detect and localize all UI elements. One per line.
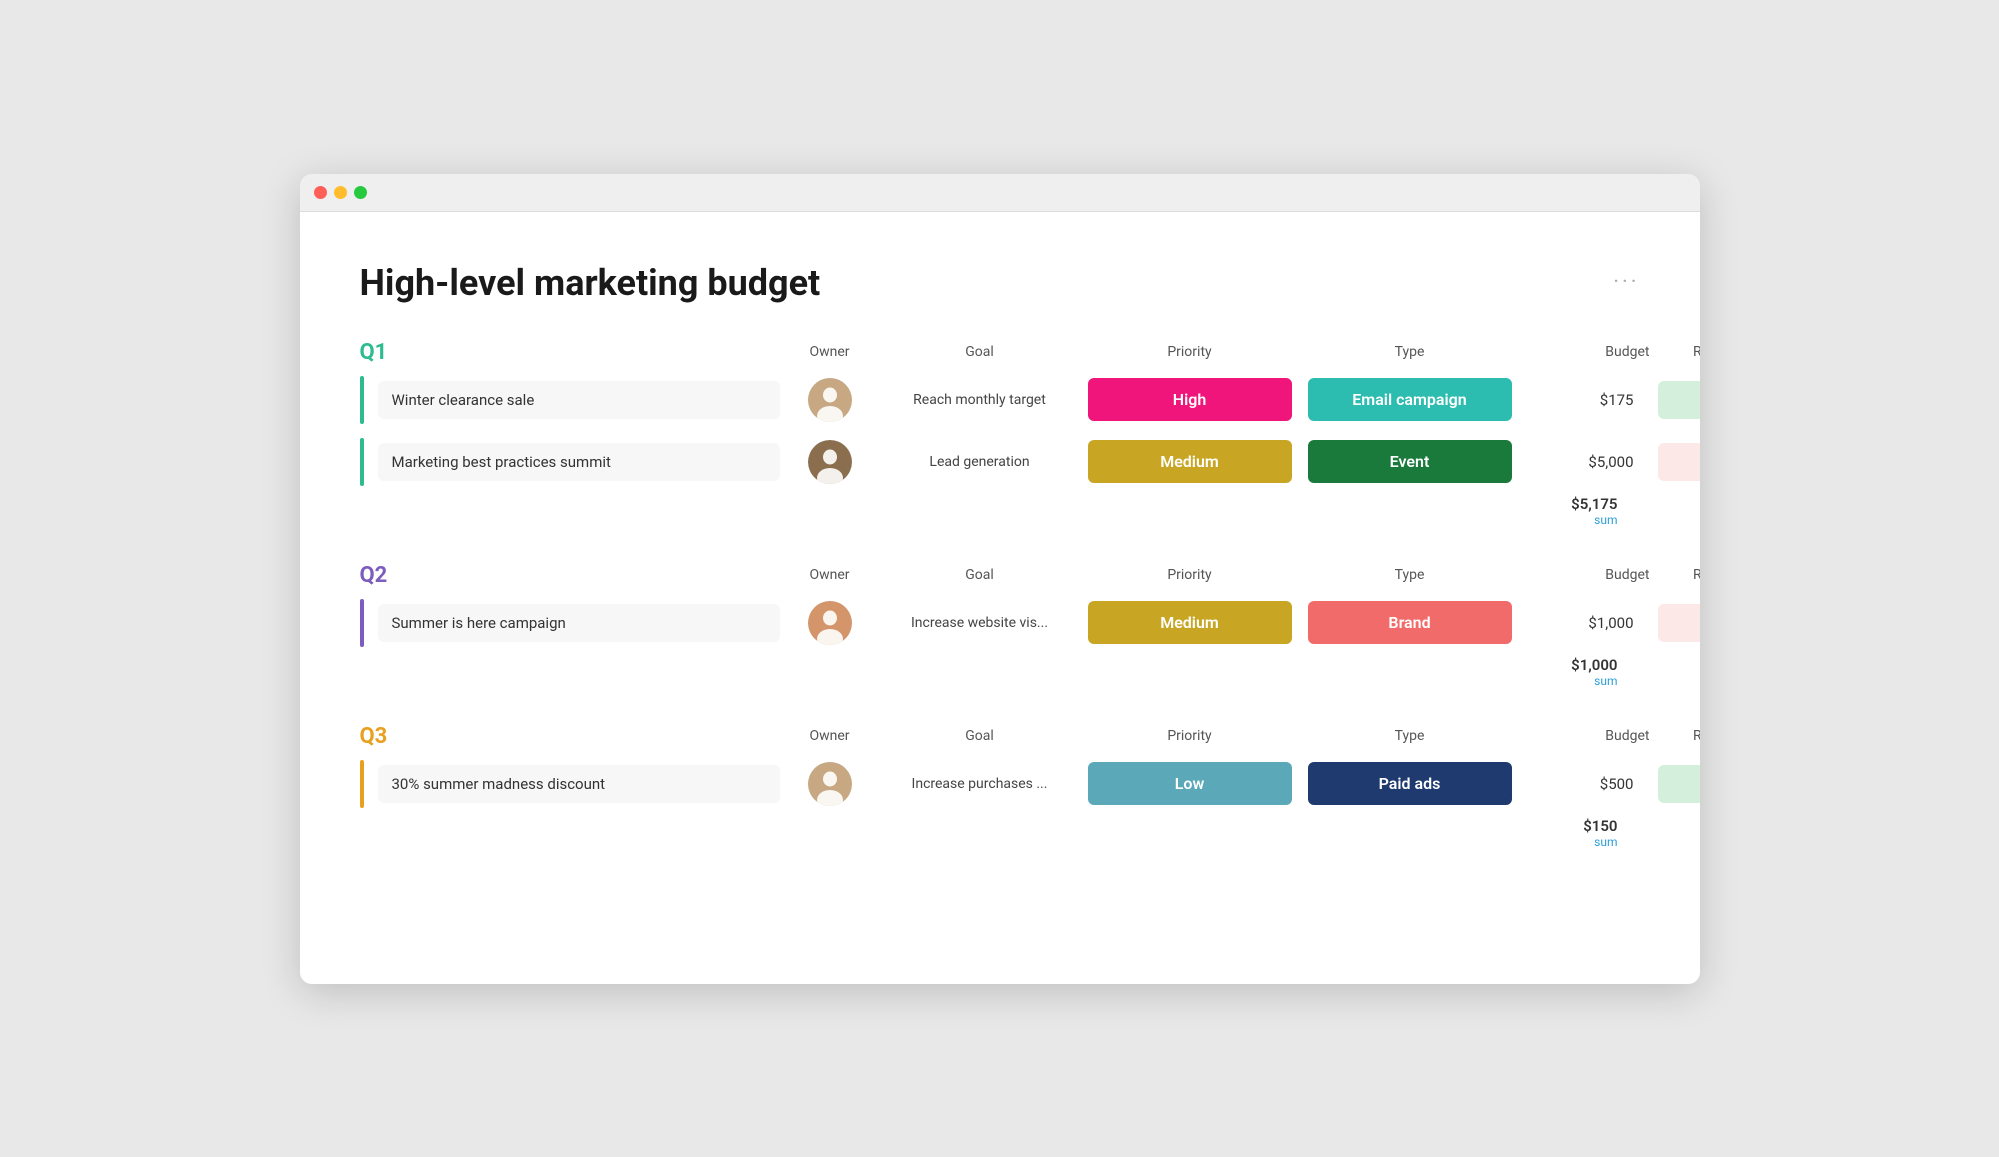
page-title: High-level marketing budget [360, 262, 821, 304]
budget-cell: $1,000 [1520, 614, 1650, 632]
budget-cell: $5,000 [1520, 453, 1650, 471]
minimize-button[interactable] [334, 186, 347, 199]
remaining-budget-cell: -$550 [1658, 604, 1700, 642]
goal-cell: Lead generation [880, 454, 1080, 470]
priority-badge[interactable]: Medium [1088, 601, 1292, 644]
avatar [808, 601, 852, 645]
q2-col-goal: Goal [880, 567, 1080, 583]
q2-col-type: Type [1300, 567, 1520, 583]
sum-remaining-col: -$550sum [1650, 656, 1700, 688]
row-border-indicator [360, 376, 364, 424]
campaign-cell: 30% summer madness discount [360, 760, 780, 808]
q3-sum-row: $150sum$150sum [360, 817, 1640, 849]
budget-cell: $175 [1520, 391, 1650, 409]
sum-remaining-col: -$79sum [1650, 495, 1700, 527]
campaign-cell: Marketing best practices summit [360, 438, 780, 486]
budget-cell: $500 [1520, 775, 1650, 793]
campaign-name[interactable]: Summer is here campaign [378, 604, 780, 642]
app-window: High-level marketing budget ··· Q1OwnerG… [300, 174, 1700, 984]
q1-label: Q1 [360, 340, 780, 365]
remaining-budget-cell: -$200 [1658, 443, 1700, 481]
sum-budget-value: $1,000 [1571, 656, 1633, 674]
main-content: High-level marketing budget ··· Q1OwnerG… [300, 212, 1700, 984]
type-badge[interactable]: Brand [1308, 601, 1512, 644]
goal-cell: Increase purchases ... [880, 776, 1080, 792]
q1-col-type: Type [1300, 344, 1520, 360]
campaign-name[interactable]: Winter clearance sale [378, 381, 780, 419]
q1-header-row: Q1OwnerGoalPriorityTypeBudgetRemaining b… [360, 340, 1640, 365]
q3-header-row: Q3OwnerGoalPriorityTypeBudgetRemaining b… [360, 724, 1640, 749]
remaining-budget-cell: $150 [1658, 765, 1700, 803]
goal-cell: Reach monthly target [880, 392, 1080, 408]
row-border-indicator [360, 760, 364, 808]
sum-budget-col: $1,000sum [1520, 656, 1650, 688]
q3-col-priority: Priority [1080, 728, 1300, 744]
q3-label: Q3 [360, 724, 780, 749]
section-q1: Q1OwnerGoalPriorityTypeBudgetRemaining b… [360, 340, 1640, 527]
section-q2: Q2OwnerGoalPriorityTypeBudgetRemaining b… [360, 563, 1640, 688]
q3-col-goal: Goal [880, 728, 1080, 744]
sections-container: Q1OwnerGoalPriorityTypeBudgetRemaining b… [360, 340, 1640, 849]
page-header: High-level marketing budget ··· [360, 262, 1640, 304]
q2-label: Q2 [360, 563, 780, 588]
row-border-indicator [360, 599, 364, 647]
sum-budget-value: $150 [1583, 817, 1633, 835]
campaign-name[interactable]: 30% summer madness discount [378, 765, 780, 803]
table-row: 30% summer madness discount Increase pur… [360, 755, 1640, 813]
sum-budget-label: sum [1594, 674, 1633, 688]
sum-remaining-col: $150sum [1650, 817, 1700, 849]
row-border-indicator [360, 438, 364, 486]
sum-budget-col: $150sum [1520, 817, 1650, 849]
q1-col-goal: Goal [880, 344, 1080, 360]
section-q3: Q3OwnerGoalPriorityTypeBudgetRemaining b… [360, 724, 1640, 849]
q2-sum-row: $1,000sum-$550sum [360, 656, 1640, 688]
q2-col-budget: Budget [1520, 567, 1650, 583]
q1-col-remaining: Remaining budget [1650, 344, 1700, 360]
traffic-lights [314, 186, 367, 199]
table-row: Summer is here campaign Increase website… [360, 594, 1640, 652]
q2-header-row: Q2OwnerGoalPriorityTypeBudgetRemaining b… [360, 563, 1640, 588]
avatar [808, 378, 852, 422]
type-badge[interactable]: Paid ads [1308, 762, 1512, 805]
table-row: Winter clearance sale Reach monthly targ… [360, 371, 1640, 429]
sum-budget-value: $5,175 [1571, 495, 1633, 513]
q1-col-priority: Priority [1080, 344, 1300, 360]
type-badge[interactable]: Email campaign [1308, 378, 1512, 421]
priority-badge[interactable]: Medium [1088, 440, 1292, 483]
q2-col-owner: Owner [780, 567, 880, 583]
campaign-cell: Winter clearance sale [360, 376, 780, 424]
q3-col-type: Type [1300, 728, 1520, 744]
q1-col-budget: Budget [1520, 344, 1650, 360]
remaining-budget-cell: $121 [1658, 381, 1700, 419]
q3-col-owner: Owner [780, 728, 880, 744]
more-options-button[interactable]: ··· [1613, 270, 1639, 295]
sum-budget-label: sum [1594, 513, 1633, 527]
q2-col-priority: Priority [1080, 567, 1300, 583]
maximize-button[interactable] [354, 186, 367, 199]
sum-budget-col: $5,175sum [1520, 495, 1650, 527]
titlebar [300, 174, 1700, 212]
type-badge[interactable]: Event [1308, 440, 1512, 483]
campaign-name[interactable]: Marketing best practices summit [378, 443, 780, 481]
priority-badge[interactable]: High [1088, 378, 1292, 421]
sum-budget-label: sum [1594, 835, 1633, 849]
close-button[interactable] [314, 186, 327, 199]
priority-badge[interactable]: Low [1088, 762, 1292, 805]
q3-col-budget: Budget [1520, 728, 1650, 744]
q1-col-owner: Owner [780, 344, 880, 360]
goal-cell: Increase website vis... [880, 615, 1080, 631]
q1-sum-row: $5,175sum-$79sum [360, 495, 1640, 527]
q3-col-remaining: Remaining budget [1650, 728, 1700, 744]
q2-col-remaining: Remaining budget [1650, 567, 1700, 583]
avatar [808, 762, 852, 806]
avatar [808, 440, 852, 484]
table-row: Marketing best practices summit Lead gen… [360, 433, 1640, 491]
campaign-cell: Summer is here campaign [360, 599, 780, 647]
